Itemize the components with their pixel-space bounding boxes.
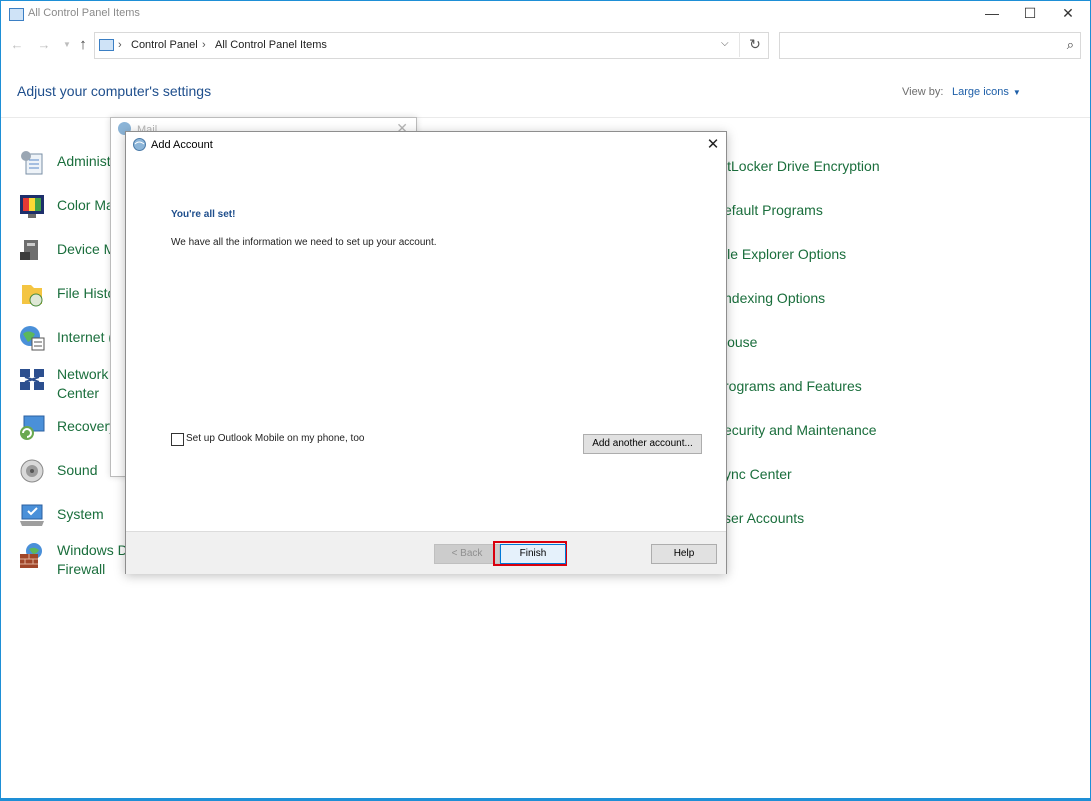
cp-item-default-programs[interactable]: efault Programs <box>724 197 924 237</box>
add-account-dialog: Add Account ✕ You're all set! We have al… <box>125 131 727 574</box>
back-button: < Back <box>434 544 500 564</box>
control-panel-icon <box>99 39 114 51</box>
firewall-icon <box>20 543 42 568</box>
outlook-mobile-checkbox-label[interactable]: Set up Outlook Mobile on my phone, too <box>186 433 364 444</box>
breadcrumb-control-panel[interactable]: Control Panel <box>131 39 198 51</box>
cp-item-label: Administ <box>57 153 111 169</box>
control-panel-icon <box>9 8 24 21</box>
view-mode-dropdown[interactable]: Large icons ▼ <box>952 86 1021 98</box>
finish-button[interactable]: Finish <box>500 544 566 564</box>
search-input[interactable]: ⌕ <box>779 32 1081 59</box>
cp-item-bitlocker[interactable]: itLocker Drive Encryption <box>724 153 924 193</box>
cp-item-label: Internet ( <box>57 329 114 345</box>
cp-item-label: ile Explorer Options <box>724 246 847 262</box>
cp-item-sync-center[interactable]: ync Center <box>724 461 924 501</box>
cp-item-label: ync Center <box>724 466 792 482</box>
cp-item-user-accounts[interactable]: ser Accounts <box>724 505 924 545</box>
window-title: All Control Panel Items <box>28 7 140 19</box>
search-icon[interactable]: ⌕ <box>1067 37 1074 53</box>
cp-item-internet-options[interactable]: Internet ( <box>18 324 118 364</box>
cp-item-label: Recovery <box>57 418 117 434</box>
cp-item-administrative-tools[interactable]: Administ <box>18 148 118 188</box>
cp-item-network-center[interactable]: Network Center <box>18 366 118 406</box>
sound-icon <box>20 459 44 483</box>
color-management-icon <box>20 195 44 218</box>
up-arrow-icon[interactable]: ↑ <box>75 35 91 55</box>
view-mode-value: Large icons <box>952 86 1009 98</box>
cp-item-windows-firewall[interactable]: Windows D Firewall <box>18 542 128 582</box>
breadcrumb-separator-icon: › <box>118 39 122 51</box>
cp-item-indexing-options[interactable]: ndexing Options <box>724 285 924 325</box>
cp-item-programs-and-features[interactable]: rograms and Features <box>724 373 924 413</box>
device-manager-icon <box>20 240 38 260</box>
cp-item-label: rograms and Features <box>724 378 862 394</box>
recent-locations-chevron-icon[interactable]: ▼ <box>59 35 75 55</box>
success-heading: You're all set! <box>171 209 236 220</box>
add-another-account-button[interactable]: Add another account... <box>583 434 702 454</box>
cp-item-color-management[interactable]: Color Ma <box>18 192 118 232</box>
cp-item-label: ser Accounts <box>724 510 805 526</box>
cp-item-label: Windows D Firewall <box>57 542 128 577</box>
outlook-mobile-checkbox[interactable] <box>171 433 184 446</box>
cp-item-label: ndexing Options <box>724 290 826 306</box>
maximize-button[interactable]: ☐ <box>1011 1 1049 27</box>
cp-item-label: File Histo <box>57 285 116 301</box>
network-center-icon <box>20 369 44 390</box>
cp-item-label: itLocker Drive Encryption <box>724 158 880 174</box>
cp-item-file-history[interactable]: File Histo <box>18 280 118 320</box>
chevron-down-icon: ▼ <box>1012 88 1021 97</box>
cp-item-file-explorer-options[interactable]: ile Explorer Options <box>724 241 924 281</box>
system-icon <box>20 504 44 526</box>
help-button[interactable]: Help <box>651 544 717 564</box>
cp-item-system[interactable]: System <box>18 501 118 541</box>
cp-item-label: Color Ma <box>57 197 114 213</box>
cp-item-mouse[interactable]: louse <box>724 329 924 369</box>
cp-item-label: louse <box>724 334 758 350</box>
mail-globe-icon <box>133 138 146 151</box>
dialog-title: Add Account <box>151 139 213 151</box>
success-message: We have all the information we need to s… <box>171 237 437 248</box>
back-arrow-icon[interactable]: ← <box>9 35 25 55</box>
breadcrumb-separator-icon: › <box>202 39 206 51</box>
cp-item-sound[interactable]: Sound <box>18 457 118 497</box>
control-panel-window: All Control Panel Items — ☐ ✕ ← → ▼ ↑ › … <box>0 0 1091 801</box>
recovery-icon <box>20 415 45 440</box>
page-heading: Adjust your computer's settings <box>17 83 212 99</box>
cp-item-label: Sound <box>57 462 98 478</box>
cp-item-label: Network Center <box>57 366 109 401</box>
cp-item-label: efault Programs <box>724 202 823 218</box>
dialog-footer: < Back Finish Help <box>126 531 726 574</box>
administrative-tools-icon <box>21 151 43 175</box>
internet-options-icon <box>20 326 45 351</box>
navigation-bar: ← → ▼ ↑ › Control Panel › All Control Pa… <box>1 31 1090 59</box>
breadcrumb-all-items[interactable]: All Control Panel Items <box>215 39 327 51</box>
cp-item-recovery[interactable]: Recovery <box>18 413 118 453</box>
cp-item-label: System <box>57 506 104 522</box>
close-icon[interactable]: ✕ <box>701 134 725 156</box>
cp-item-label: ecurity and Maintenance <box>724 422 877 438</box>
file-history-icon <box>22 285 43 307</box>
forward-arrow-icon[interactable]: → <box>36 35 52 55</box>
cp-item-label: Device M <box>57 241 116 257</box>
refresh-icon[interactable]: ↻ <box>739 32 770 57</box>
address-bar[interactable]: › Control Panel › All Control Panel Item… <box>94 32 769 59</box>
close-window-button[interactable]: ✕ <box>1049 1 1087 27</box>
title-bar: All Control Panel Items — ☐ ✕ <box>1 1 1090 27</box>
minimize-button[interactable]: — <box>973 1 1011 27</box>
address-dropdown-chevron-icon[interactable]: ⌵ <box>721 38 729 49</box>
view-by-label: View by: <box>902 86 944 98</box>
cp-item-device-manager[interactable]: Device M <box>18 236 118 276</box>
cp-item-security-and-maintenance[interactable]: ecurity and Maintenance <box>724 417 924 457</box>
